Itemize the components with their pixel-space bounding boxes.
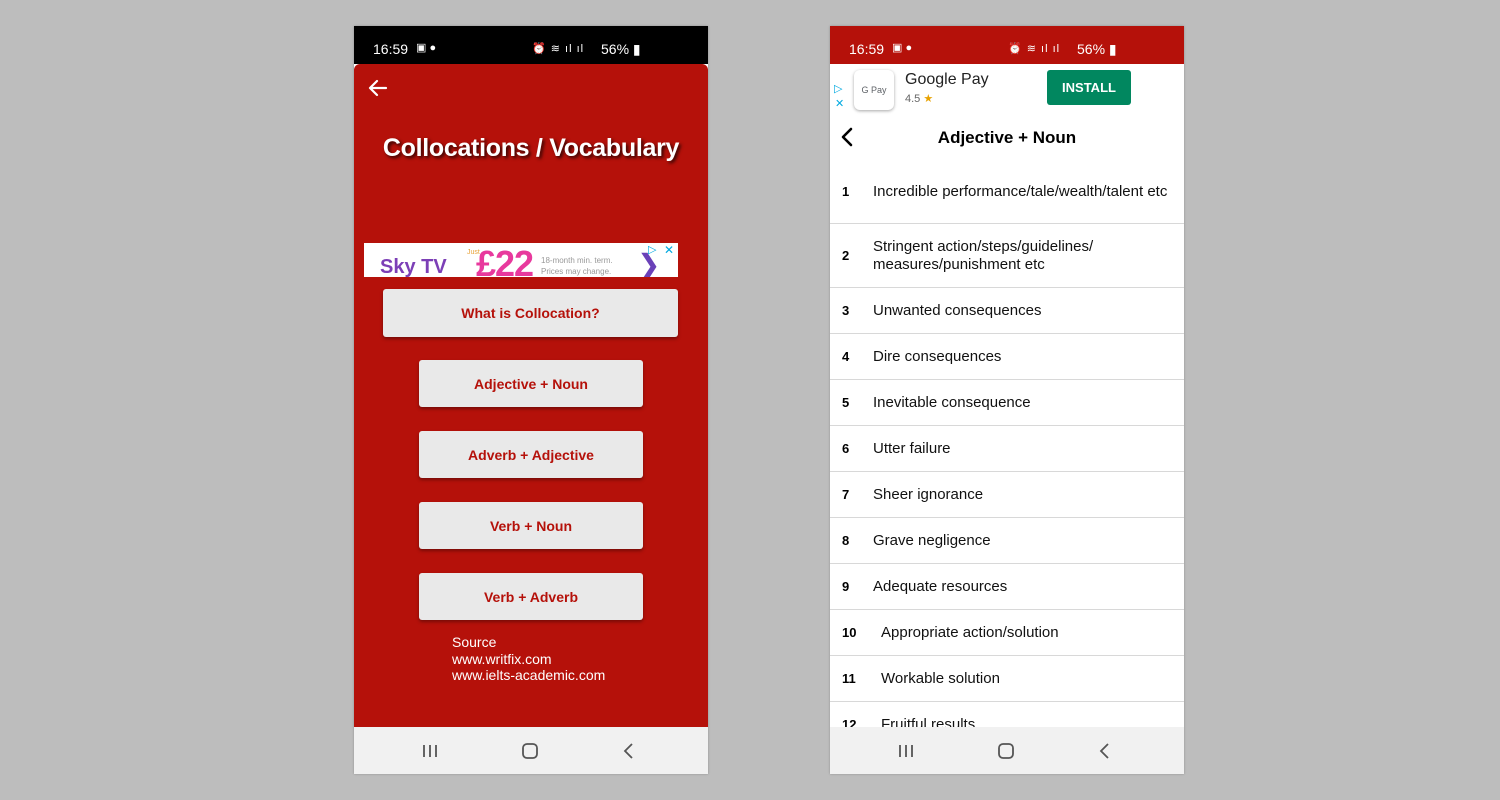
list-item-text: Sheer ignorance bbox=[873, 485, 984, 503]
signal-icons: ⏰ ≋ ıl ıl bbox=[1008, 43, 1061, 55]
status-bar: 16:59 ▣ ● ⏰ ≋ ıl ıl 56% ▮ bbox=[354, 26, 708, 64]
google-pay-logo-icon: G Pay bbox=[854, 70, 894, 110]
source-link-writfix[interactable]: www.writfix.com bbox=[452, 651, 605, 668]
list-item-text: Adequate resources bbox=[873, 577, 1008, 595]
list-item-number: 11 bbox=[842, 671, 856, 686]
install-button[interactable]: INSTALL bbox=[1047, 70, 1131, 105]
list-item-text: Stringent action/steps/guidelines/ measu… bbox=[873, 237, 1094, 273]
notification-icons: ▣ ● bbox=[892, 42, 913, 54]
ad-close-icon[interactable]: ✕ bbox=[664, 243, 674, 257]
list-item-text: Unwanted consequences bbox=[873, 301, 1042, 319]
list-item[interactable]: 1 Incredible performance/tale/wealth/tale… bbox=[830, 160, 1184, 224]
battery-level: 56% ▮ bbox=[1077, 41, 1117, 57]
collocations-screen: Collocations / Vocabulary Sky TV Just £2… bbox=[354, 64, 708, 727]
ad-choices-icon[interactable]: ▷ bbox=[648, 243, 656, 256]
list-item[interactable]: 11 Workable solution bbox=[830, 656, 1184, 702]
page-title: Collocations / Vocabulary bbox=[382, 134, 680, 162]
home-icon[interactable] bbox=[500, 727, 560, 774]
ad-terms: 18-month min. term. Prices may change. bbox=[541, 256, 613, 276]
list-item-number: 4 bbox=[842, 349, 850, 364]
source-link-ielts[interactable]: www.ielts-academic.com bbox=[452, 667, 605, 684]
adverb-adjective-button[interactable]: Adverb + Adjective bbox=[419, 431, 643, 478]
list-item-number: 8 bbox=[842, 533, 850, 548]
home-icon[interactable] bbox=[976, 727, 1036, 774]
android-nav-bar bbox=[354, 727, 708, 774]
ad-chevron-icon: ❯ bbox=[637, 249, 661, 278]
list-item[interactable]: 4 Dire consequences bbox=[830, 334, 1184, 380]
list-item-text: Inevitable consequence bbox=[873, 393, 1031, 411]
list-item[interactable]: 8 Grave negligence bbox=[830, 518, 1184, 564]
status-time: 16:59 bbox=[373, 41, 409, 57]
collocation-list: 1 Incredible performance/tale/wealth/tale… bbox=[830, 160, 1184, 727]
what-is-collocation-button[interactable]: What is Collocation? bbox=[383, 289, 678, 337]
page-title: Adjective + Noun bbox=[937, 128, 1077, 147]
source-label: Source bbox=[452, 634, 497, 650]
list-item-text: Fruitful results bbox=[881, 715, 976, 728]
back-arrow-icon[interactable] bbox=[366, 76, 390, 100]
list-item-text: Grave negligence bbox=[873, 531, 991, 549]
battery-level: 56% ▮ bbox=[601, 41, 641, 57]
ad-brand: Sky TV bbox=[380, 256, 447, 277]
back-nav-icon[interactable] bbox=[599, 727, 659, 774]
list-item-text: Workable solution bbox=[881, 669, 1000, 687]
ad-price: £22 bbox=[476, 243, 534, 277]
phone-right: 16:59 ▣ ● ⏰ ≋ ıl ıl 56% ▮ ▷ ✕ G Pay Goog… bbox=[830, 26, 1184, 774]
ad-choices-icon[interactable]: ▷ bbox=[834, 82, 842, 95]
list-item[interactable]: 7 Sheer ignorance bbox=[830, 472, 1184, 518]
list-item-number: 7 bbox=[842, 487, 850, 502]
status-bar: 16:59 ▣ ● ⏰ ≋ ıl ıl 56% ▮ bbox=[830, 26, 1184, 64]
star-icon: ★ bbox=[923, 93, 934, 105]
recent-apps-icon[interactable] bbox=[876, 727, 936, 774]
ad-close-icon[interactable]: ✕ bbox=[835, 97, 844, 110]
list-item[interactable]: 6 Utter failure bbox=[830, 426, 1184, 472]
source-credits: Source www.writfix.com www.ielts-academi… bbox=[452, 634, 605, 684]
ad-app-name: Google Pay bbox=[905, 71, 989, 88]
list-item[interactable]: 10 Appropriate action/solution bbox=[830, 610, 1184, 656]
list-item-number: 3 bbox=[842, 303, 850, 318]
verb-adverb-button[interactable]: Verb + Adverb bbox=[419, 573, 643, 620]
list-item[interactable]: 12 Fruitful results bbox=[830, 702, 1184, 727]
list-item[interactable]: 2 Stringent action/steps/guidelines/ meas… bbox=[830, 224, 1184, 288]
list-item-text: Incredible performance/tale/wealth/talen… bbox=[873, 182, 1168, 200]
list-item[interactable]: 9 Adequate resources bbox=[830, 564, 1184, 610]
status-time: 16:59 bbox=[849, 41, 885, 57]
list-item-text: Dire consequences bbox=[873, 347, 1002, 365]
google-pay-ad[interactable]: ▷ ✕ G Pay Google Pay 4.5 ★ INSTALL bbox=[830, 64, 1184, 114]
verb-noun-button[interactable]: Verb + Noun bbox=[419, 502, 643, 549]
list-item-number: 5 bbox=[842, 395, 850, 410]
list-item-text: Appropriate action/solution bbox=[881, 623, 1059, 641]
list-item-text: Utter failure bbox=[873, 439, 951, 457]
adjective-noun-button[interactable]: Adjective + Noun bbox=[419, 360, 643, 407]
list-item-number: 6 bbox=[842, 441, 850, 456]
ad-rating: 4.5 ★ bbox=[905, 93, 934, 105]
android-nav-bar bbox=[830, 727, 1184, 774]
list-item-number: 2 bbox=[842, 248, 850, 263]
list-item-number: 12 bbox=[842, 717, 857, 727]
signal-icons: ⏰ ≋ ıl ıl bbox=[532, 43, 585, 55]
back-nav-icon[interactable] bbox=[1075, 727, 1135, 774]
list-item[interactable]: 3 Unwanted consequences bbox=[830, 288, 1184, 334]
list-item[interactable]: 5 Inevitable consequence bbox=[830, 380, 1184, 426]
phone-left: 16:59 ▣ ● ⏰ ≋ ıl ıl 56% ▮ Collocations /… bbox=[354, 26, 708, 774]
list-item-number: 10 bbox=[842, 625, 857, 640]
notification-icons: ▣ ● bbox=[416, 42, 437, 54]
list-item-number: 9 bbox=[842, 579, 850, 594]
sky-tv-ad-banner[interactable]: Sky TV Just £22 18-month min. term. Price… bbox=[364, 243, 678, 277]
list-item-number: 1 bbox=[842, 184, 850, 199]
recent-apps-icon[interactable] bbox=[400, 727, 460, 774]
